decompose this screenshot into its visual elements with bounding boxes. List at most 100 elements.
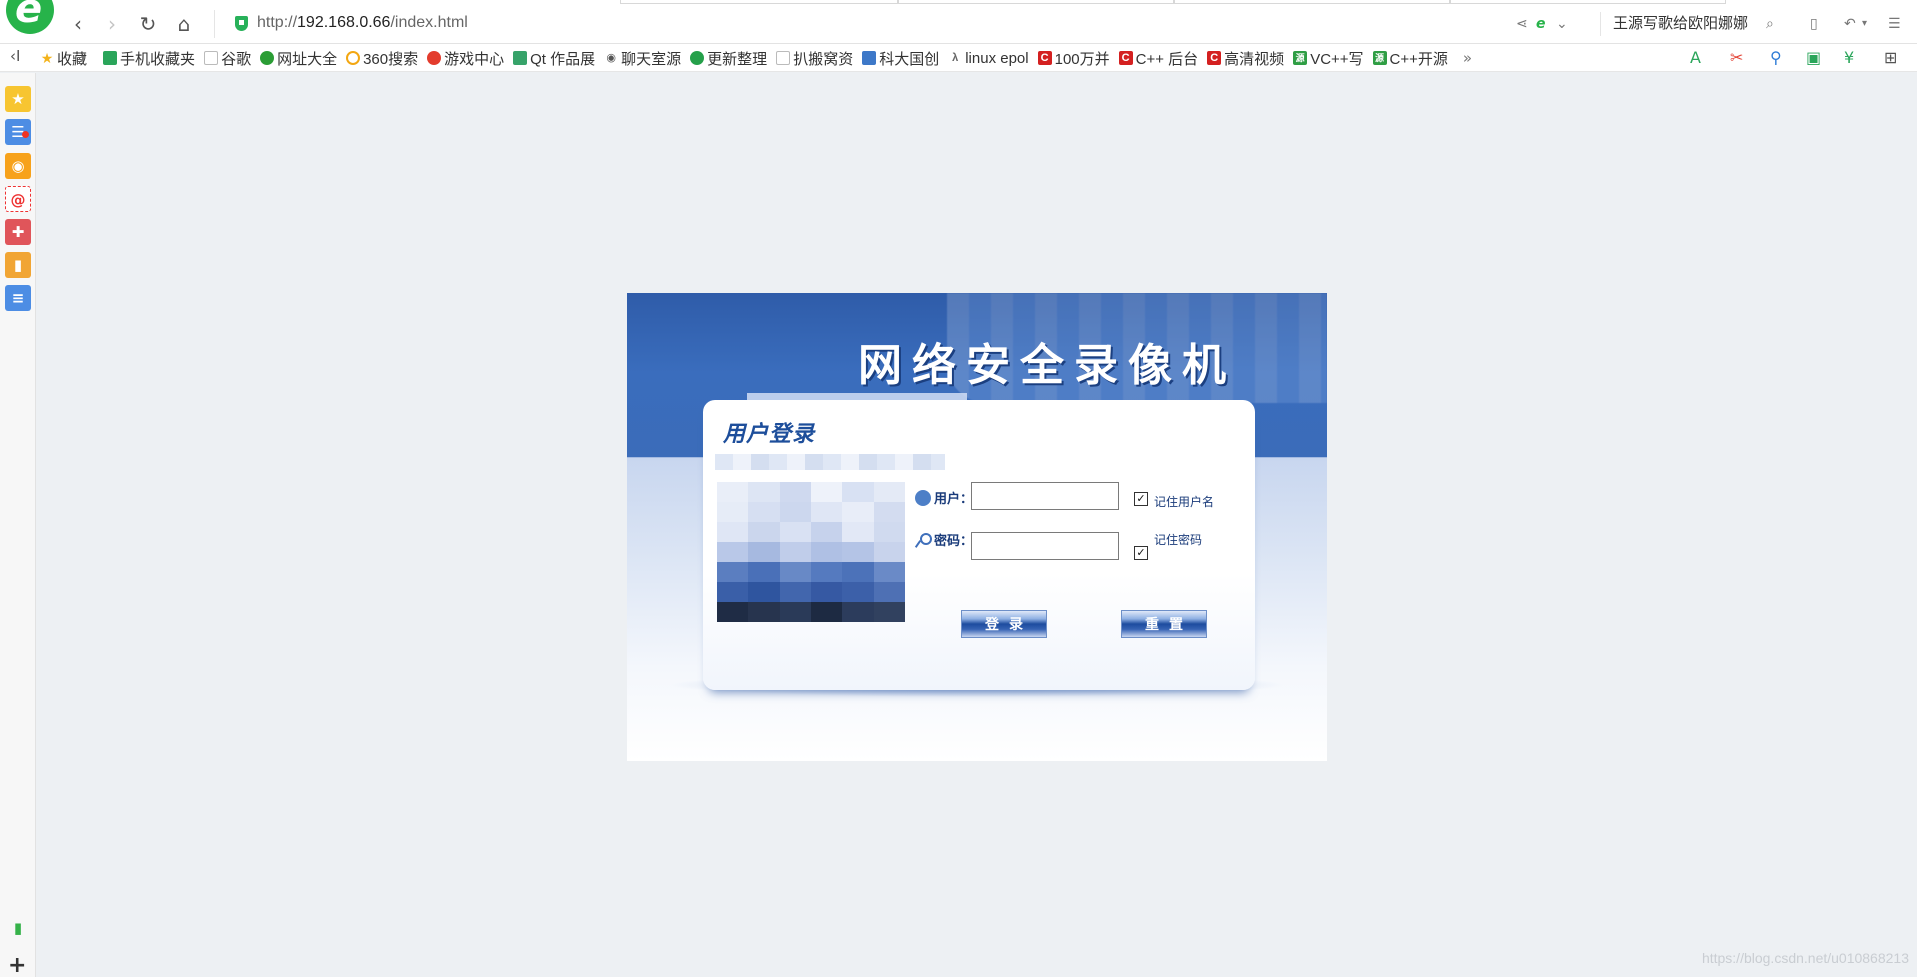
bookmark-item[interactable]: C 100万并 [1037, 48, 1110, 69]
pixel-block [717, 562, 749, 582]
remember-username-checkbox[interactable]: ✓ [1134, 492, 1148, 506]
pixel-block [811, 582, 843, 602]
pixel-block [811, 482, 843, 502]
news-ticker-link[interactable]: 王源写歌给欧阳娜娜 [1600, 12, 1748, 36]
pixel-block [842, 502, 874, 522]
bookmark-item[interactable]: 源 VC++写 [1293, 48, 1364, 69]
share-icon[interactable]: ⋖ [1516, 12, 1528, 36]
pixel-block [717, 522, 749, 542]
bookmark-item[interactable]: 游戏中心 [427, 48, 504, 69]
password-input[interactable] [971, 532, 1119, 560]
left-sidebar: + ★ ☰ ◉ @ ✚ ▮ ≡ ▮ [0, 73, 36, 977]
back-icon[interactable]: ‹ [66, 12, 90, 36]
bookmark-label: 游戏中心 [444, 50, 505, 68]
address-bar[interactable]: http://192.168.0.66/index.html [214, 10, 1494, 38]
scissors-icon[interactable]: ✂ [1730, 47, 1743, 69]
mail-icon[interactable]: @ [5, 186, 31, 212]
key-icon [915, 532, 932, 548]
bookmark-item[interactable]: 更新整理 [690, 48, 767, 69]
bookmark-item[interactable]: 科大国创 [862, 48, 939, 69]
bookmark-item[interactable]: ◉ 聊天室源 [604, 48, 681, 69]
login-card: 用户登录 用户： ✓ 记住用户名 密码： ✓ 记住密码 登录 重置 [703, 400, 1255, 690]
url-text[interactable]: http://192.168.0.66/index.html [257, 14, 468, 32]
remember-password-checkbox[interactable]: ✓ [1134, 546, 1148, 560]
engine-e-icon[interactable]: e [1536, 12, 1546, 36]
bookmark-item[interactable]: C C++ 后台 [1118, 48, 1198, 69]
favorites-icon[interactable]: ★ [5, 86, 31, 112]
source-icon: 源 [1372, 51, 1387, 65]
username-label-text: 用户： [934, 491, 974, 506]
remember-username-label[interactable]: 记住用户名 [1154, 493, 1214, 510]
search-ring-icon [346, 51, 361, 65]
bookmarks-overflow-icon[interactable]: » [1463, 49, 1472, 67]
bookmark-item[interactable]: 360搜索 [346, 48, 418, 69]
notebook-icon[interactable]: ▮ [5, 252, 31, 278]
gamepad-icon[interactable]: ▣ [1806, 47, 1821, 69]
bookmark-item[interactable]: 谷歌 [204, 48, 251, 69]
bookmark-item[interactable]: 网址大全 [260, 48, 337, 69]
pixel-block [717, 602, 749, 622]
battery-icon[interactable]: ▮ [5, 915, 31, 941]
bookmark-item[interactable]: λ linux epol [948, 50, 1028, 67]
forward-icon[interactable]: › [100, 12, 124, 36]
bookmark-list: ★ 收藏 ▾ 手机收藏夹 谷歌 网址大全 360搜索 游戏中心 Qt 作品展 ◉ 聊天室源 更新整理 扒… [40, 44, 1472, 72]
bookmark-label: 谷歌 [221, 50, 252, 68]
chevron-down-icon[interactable]: ⌄ [1556, 12, 1568, 36]
reload-icon[interactable]: ↻ [136, 12, 160, 36]
pixel-block [748, 482, 780, 502]
pixel-block [779, 522, 811, 542]
chevron-down-icon[interactable]: ▾ [81, 53, 86, 64]
tab-strip-segment[interactable] [1450, 0, 1726, 4]
pixel-block [842, 482, 874, 502]
pixel-block [779, 542, 811, 562]
pixel-block [842, 562, 874, 582]
add-icon[interactable]: + [8, 953, 26, 977]
password-label: 密码： [915, 530, 973, 549]
pixel-block [779, 482, 811, 502]
pixel-block [873, 522, 905, 542]
source-icon: 源 [1293, 51, 1308, 65]
game-controller-icon[interactable]: ✚ [5, 219, 31, 245]
bookmark-label: 科大国创 [879, 50, 940, 68]
remember-password-label[interactable]: 记住密码 [1154, 531, 1202, 548]
bookmark-item[interactable]: Qt 作品展 [513, 48, 595, 69]
bookmark-item[interactable]: 手机收藏夹 [103, 48, 195, 69]
bookmark-item[interactable]: C 高清视频 [1207, 48, 1284, 69]
bookmark-label: 聊天室源 [621, 50, 682, 68]
linux-icon: λ [952, 52, 959, 64]
chevron-down-icon[interactable]: ▾ [1862, 12, 1867, 36]
bookmark-item[interactable]: 扒搬窝资 [776, 48, 853, 69]
pixel-block [842, 602, 874, 622]
search-icon[interactable]: ⌕ [1766, 12, 1774, 36]
translate-icon[interactable]: A [1690, 47, 1701, 69]
tab-strip-segment[interactable] [1174, 0, 1450, 4]
sidebar-toggle-icon[interactable]: ‹I [10, 47, 20, 65]
pixel-block [779, 582, 811, 602]
home-icon[interactable]: ⌂ [172, 12, 196, 36]
apps-grid-icon[interactable]: ⊞ [1884, 47, 1897, 69]
tab-strip-segment[interactable] [620, 0, 898, 4]
tab-strip-segment[interactable] [898, 0, 1174, 4]
reset-button[interactable]: 重置 [1121, 610, 1207, 638]
pixel-block [779, 602, 811, 622]
pixel-block [811, 522, 843, 542]
secure-shield-icon [235, 16, 248, 31]
login-button[interactable]: 登录 [961, 610, 1047, 638]
bookmark-item[interactable]: 源 C++开源 [1372, 48, 1448, 69]
magnifier-icon[interactable]: ⚲ [1770, 47, 1782, 69]
browser-logo-icon[interactable] [6, 0, 54, 34]
pixel-block [748, 582, 780, 602]
bookmark-item[interactable]: ★ 收藏 ▾ [40, 48, 94, 69]
weibo-icon[interactable]: ◉ [5, 153, 31, 179]
csdn-icon: C [1207, 51, 1222, 65]
star-icon: ★ [40, 50, 54, 66]
username-input[interactable] [971, 482, 1119, 510]
document-icon[interactable]: ≡ [5, 285, 31, 311]
refresh-icon [690, 51, 705, 65]
mobile-icon[interactable]: ▯ [1810, 12, 1818, 36]
menu-grid-icon[interactable]: ☰ [1888, 12, 1901, 36]
pixel-block [717, 482, 749, 502]
undo-icon[interactable]: ↶ [1844, 12, 1856, 36]
currency-icon[interactable]: ¥ [1844, 47, 1854, 69]
pixel-block [779, 502, 811, 522]
